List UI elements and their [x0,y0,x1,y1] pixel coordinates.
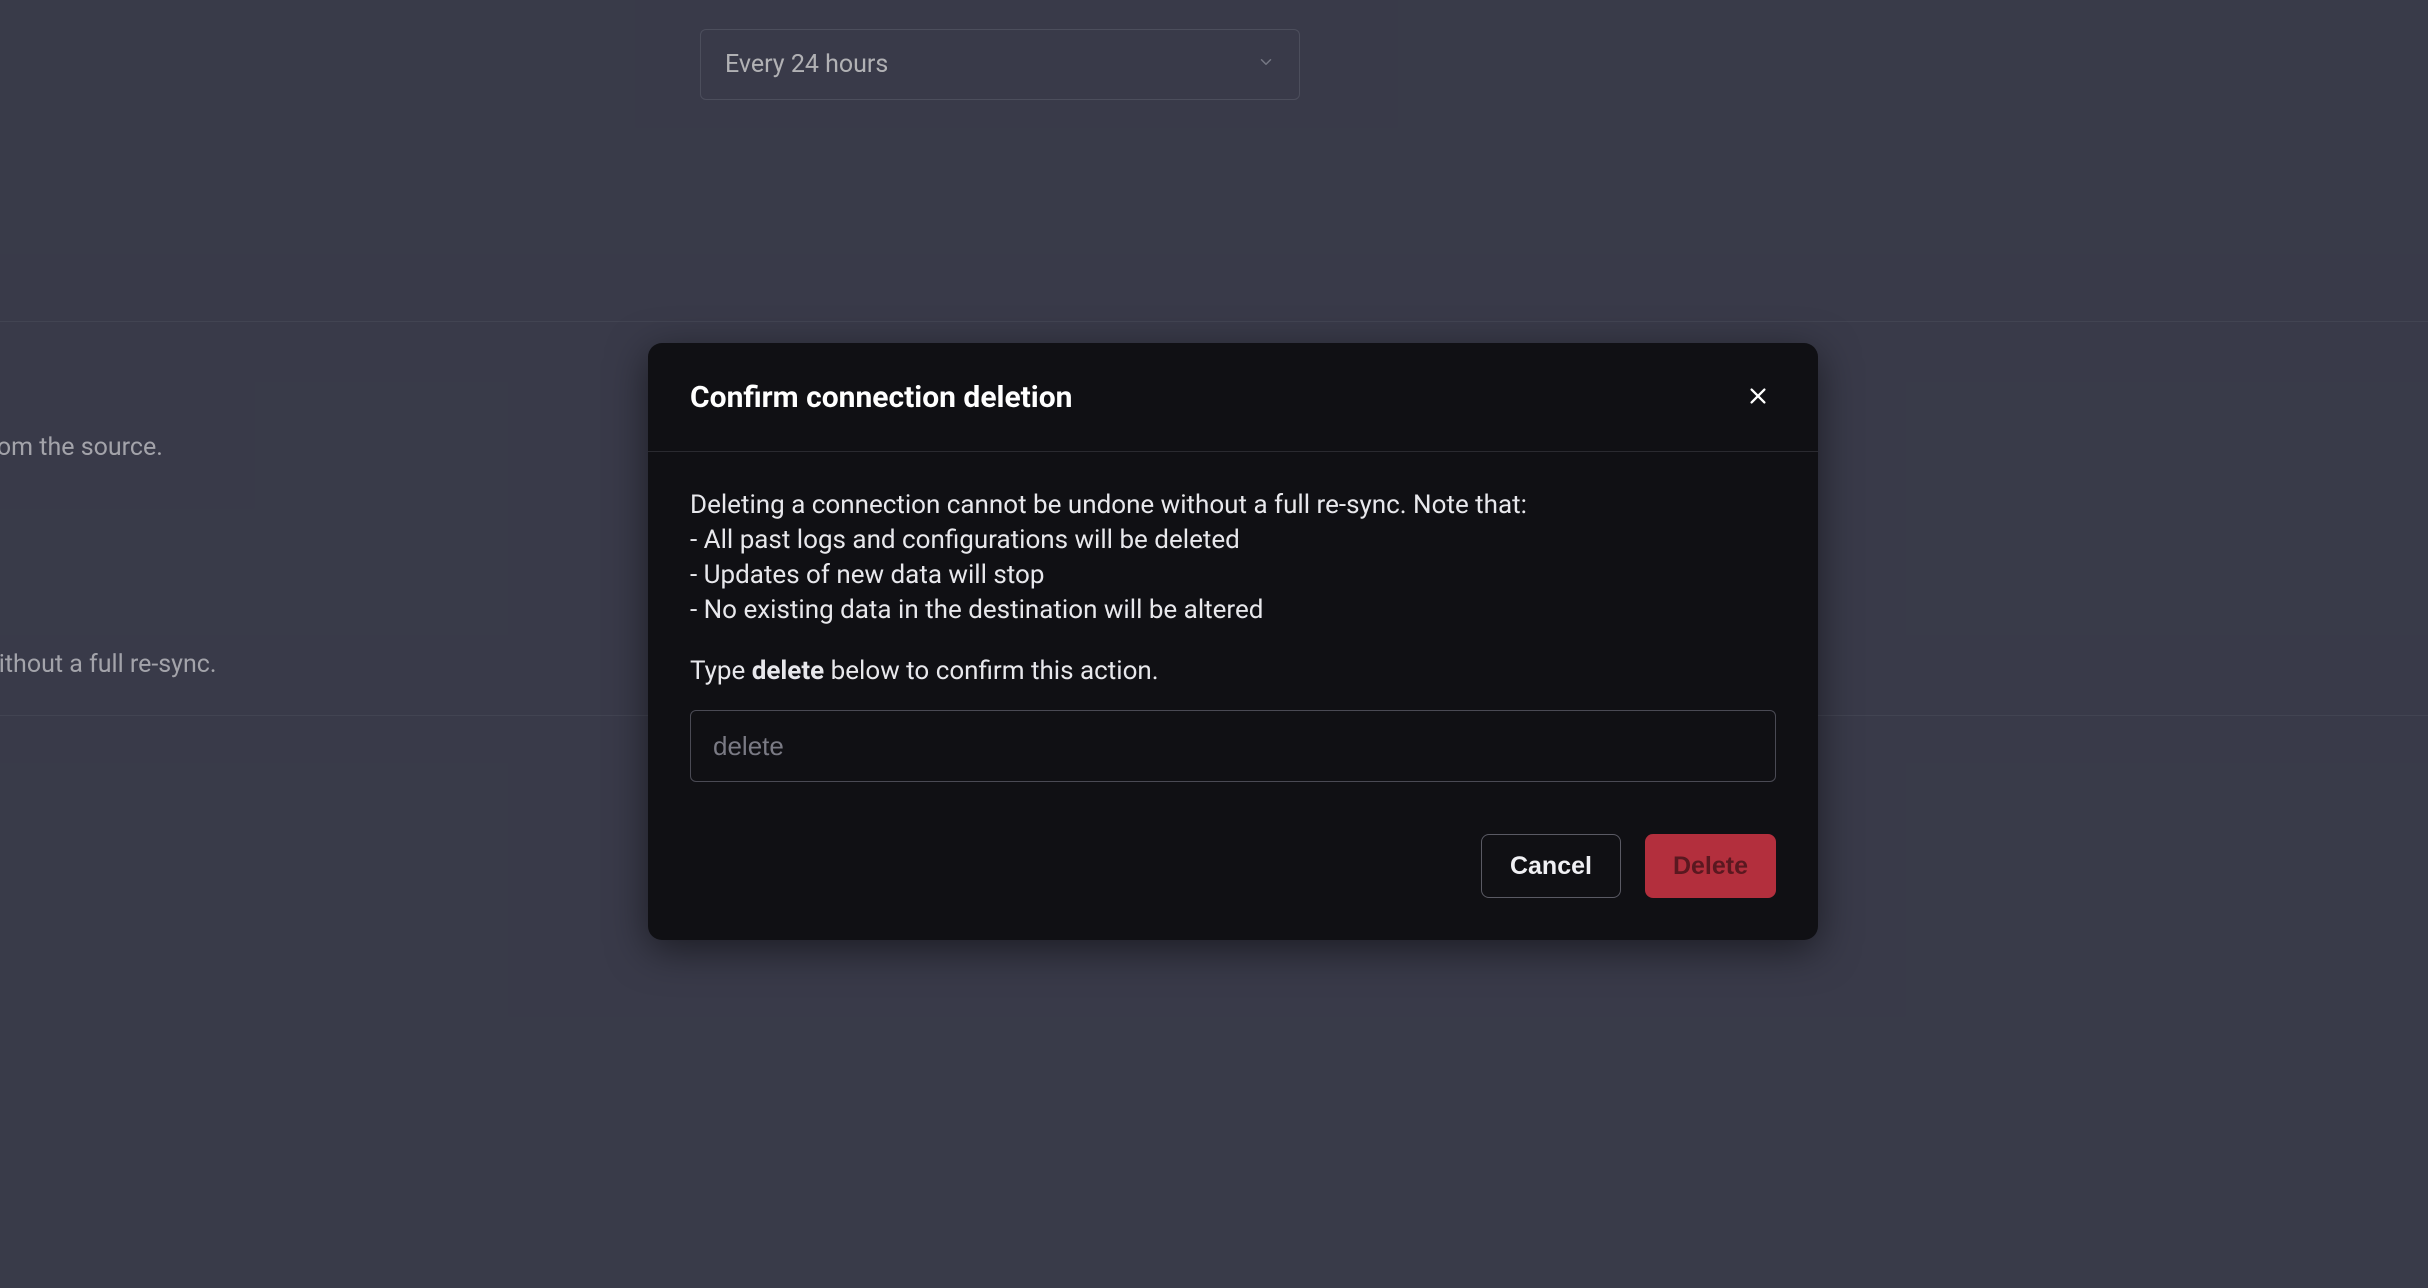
modal-header: Confirm connection deletion [648,343,1818,452]
confirm-instruction: Type delete below to confirm this action… [690,656,1776,686]
close-button[interactable] [1740,379,1776,415]
modal-overlay: Confirm connection deletion Deleting a c… [0,0,2428,1288]
modal-title: Confirm connection deletion [690,380,1073,415]
close-icon [1747,385,1769,410]
modal-footer: Cancel Delete [690,834,1776,898]
modal-body: Deleting a connection cannot be undone w… [648,452,1818,940]
modal-description: Deleting a connection cannot be undone w… [690,488,1776,628]
delete-button[interactable]: Delete [1645,834,1776,898]
description-intro: Deleting a connection cannot be undone w… [690,488,1776,523]
description-bullet: - Updates of new data will stop [690,558,1776,593]
confirm-input[interactable] [690,710,1776,782]
description-bullet: - No existing data in the destination wi… [690,593,1776,628]
cancel-button[interactable]: Cancel [1481,834,1621,898]
confirm-keyword: delete [752,656,824,686]
confirm-suffix: below to confirm this action. [824,656,1158,686]
confirm-prefix: Type [690,656,752,686]
confirm-delete-modal: Confirm connection deletion Deleting a c… [648,343,1818,940]
description-bullet: - All past logs and configurations will … [690,523,1776,558]
